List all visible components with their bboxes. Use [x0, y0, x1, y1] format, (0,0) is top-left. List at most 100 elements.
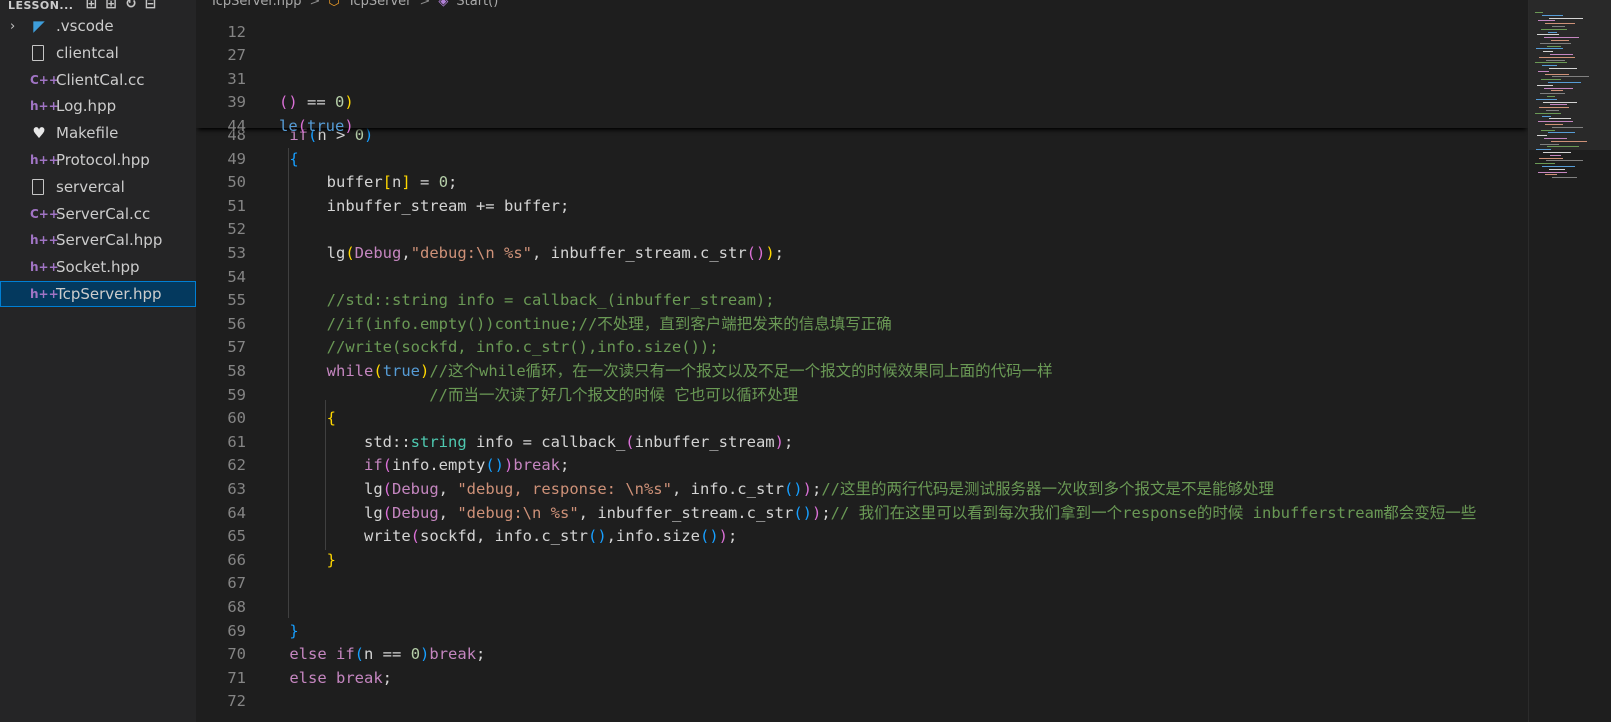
line-number: 69: [227, 621, 246, 640]
code-text: else break;: [289, 668, 393, 687]
minimap-line: [1536, 98, 1557, 100]
line-number: 27: [227, 46, 246, 65]
explorer-title[interactable]: LESSON...: [0, 0, 73, 12]
minimap-line: [1540, 42, 1571, 44]
code-line[interactable]: 59 //而当一次读了好几个报文的时候 它也可以循环处理: [196, 383, 1528, 407]
sticky-scroll[interactable]: 12 27 31 39 () == 0) 44 le(true): [196, 12, 1528, 135]
code-line[interactable]: 61 std::string info = callback_(inbuffer…: [196, 430, 1528, 454]
collapse-icon[interactable]: ⊟: [145, 0, 157, 12]
code-line[interactable]: 58 while(true)//这个while循环，在一次读只有一个报文以及不足…: [196, 359, 1528, 383]
code-line[interactable]: 31: [196, 67, 1528, 91]
cpp-file-icon: C++: [30, 206, 59, 221]
line-number: 70: [227, 645, 246, 664]
code-text: buffer[n] = 0;: [280, 173, 458, 192]
code-text: () == 0): [279, 93, 354, 112]
code-line[interactable]: 55 //std::string info = callback_(inbuff…: [196, 288, 1528, 312]
code-line[interactable]: 70 else if(n == 0)break;: [196, 642, 1528, 666]
breadcrumb-class[interactable]: TcpServer: [348, 0, 412, 9]
code-line[interactable]: 67: [196, 571, 1528, 595]
code-line[interactable]: 44 le(true): [196, 114, 1528, 138]
code-line[interactable]: 72: [196, 689, 1528, 713]
code-text: if(info.empty())break;: [364, 456, 570, 475]
minimap-line: [1551, 140, 1587, 142]
minimap-line: [1537, 135, 1547, 137]
minimap-line: [1549, 118, 1571, 120]
line-number: 51: [227, 196, 246, 215]
code-line[interactable]: 49 {: [196, 147, 1528, 171]
tree-item[interactable]: h++ Log.hpp: [0, 93, 196, 119]
breadcrumb-file[interactable]: TcpServer.hpp: [210, 0, 301, 9]
code-line[interactable]: 69 }: [196, 619, 1528, 643]
tree-item[interactable]: C++ ClientCal.cc: [0, 67, 196, 93]
line-number: 59: [227, 385, 246, 404]
refresh-icon[interactable]: ↻: [125, 0, 137, 12]
tree-item[interactable]: C++ ServerCal.cc: [0, 201, 196, 227]
code-line[interactable]: 63 lg(Debug, "debug, response: \n%s", in…: [196, 477, 1528, 501]
minimap-line: [1545, 124, 1563, 125]
tree-item[interactable]: h++ TcpServer.hpp: [0, 281, 196, 307]
breadcrumb-separator: >: [309, 0, 321, 9]
minimap-line: [1537, 34, 1559, 36]
minimap-line: [1539, 56, 1575, 58]
tree-item[interactable]: clientcal: [0, 40, 196, 66]
tree-item[interactable]: h++ Protocol.hpp: [0, 147, 196, 173]
minimap[interactable]: [1528, 0, 1611, 722]
code-line[interactable]: 50 buffer[n] = 0;: [196, 170, 1528, 194]
code-line[interactable]: 52: [196, 217, 1528, 241]
minimap-line: [1535, 163, 1555, 165]
tree-item[interactable]: servercal: [0, 174, 196, 200]
line-number: 67: [227, 574, 246, 593]
code-line[interactable]: 56 //if(info.empty())continue;//不处理，直到客户…: [196, 312, 1528, 336]
chevron-right-icon[interactable]: ›: [10, 19, 15, 34]
code-line[interactable]: 66 }: [196, 548, 1528, 572]
makefile-icon: ♥: [32, 124, 46, 143]
code-line[interactable]: 39 () == 0): [196, 90, 1528, 114]
tree-item[interactable]: › ◤ .vscode: [0, 13, 196, 39]
explorer-actions: ⊞ ⊞ ↻ ⊟: [85, 0, 156, 12]
minimap-line: [1550, 154, 1561, 156]
code-line[interactable]: 65 write(sockfd, info.c_str(),info.size(…: [196, 524, 1528, 548]
code-text: }: [289, 621, 299, 640]
tree-item[interactable]: ♥ Makefile: [0, 120, 196, 146]
method-icon: ◈: [438, 0, 449, 9]
tree-item[interactable]: h++ ServerCal.hpp: [0, 227, 196, 253]
code-text: else if(n == 0)break;: [289, 645, 486, 664]
code-line[interactable]: 57 //write(sockfd, info.c_str(),info.siz…: [196, 335, 1528, 359]
code-editor[interactable]: TcpServer.hpp > ⬡ TcpServer > ◈ Start() …: [196, 0, 1528, 722]
line-number: 72: [227, 692, 246, 711]
code-line[interactable]: 53 lg(Debug,"debug:\n %s", inbuffer_stre…: [196, 241, 1528, 265]
code-text: //而当一次读了好几个报文的时候 它也可以循环处理: [280, 385, 799, 404]
minimap-line: [1540, 93, 1565, 95]
line-number: 58: [227, 362, 246, 380]
minimap-line: [1552, 177, 1577, 179]
class-icon: ⬡: [328, 0, 340, 9]
code-line[interactable]: 71 else break;: [196, 666, 1528, 690]
code-line[interactable]: 60 {: [196, 406, 1528, 430]
minimap-line: [1552, 76, 1589, 78]
minimap-line: [1549, 17, 1583, 19]
tree-item-label: clientcal: [56, 43, 119, 62]
minimap-line: [1539, 107, 1569, 109]
code-line[interactable]: 51 inbuffer_stream += buffer;: [196, 194, 1528, 218]
code-line[interactable]: 27: [196, 43, 1528, 67]
minimap-line: [1536, 149, 1551, 151]
vscode-folder-icon: ◤: [33, 17, 45, 35]
code-line[interactable]: 68: [196, 595, 1528, 619]
minimap-line: [1541, 28, 1567, 30]
minimap-line: [1547, 146, 1579, 148]
minimap-line: [1543, 152, 1571, 153]
minimap-line: [1545, 174, 1557, 176]
line-number: 68: [227, 598, 246, 616]
hpp-file-icon: h++: [30, 153, 59, 167]
code-line[interactable]: 54: [196, 265, 1528, 289]
new-folder-icon[interactable]: ⊞: [105, 0, 117, 12]
breadcrumb-method[interactable]: Start(): [456, 0, 498, 9]
minimap-line: [1538, 121, 1573, 123]
tree-item[interactable]: h++ Socket.hpp: [0, 254, 196, 280]
code-line[interactable]: 62 if(info.empty())break;: [196, 453, 1528, 477]
code-text: write(sockfd, info.c_str(),info.size());: [280, 527, 738, 546]
new-file-icon[interactable]: ⊞: [85, 0, 97, 12]
code-line[interactable]: 12: [196, 20, 1528, 44]
code-text: std::string info = callback_(inbuffer_st…: [280, 432, 794, 451]
code-line[interactable]: 64 lg(Debug, "debug:\n %s", inbuffer_str…: [196, 501, 1528, 525]
